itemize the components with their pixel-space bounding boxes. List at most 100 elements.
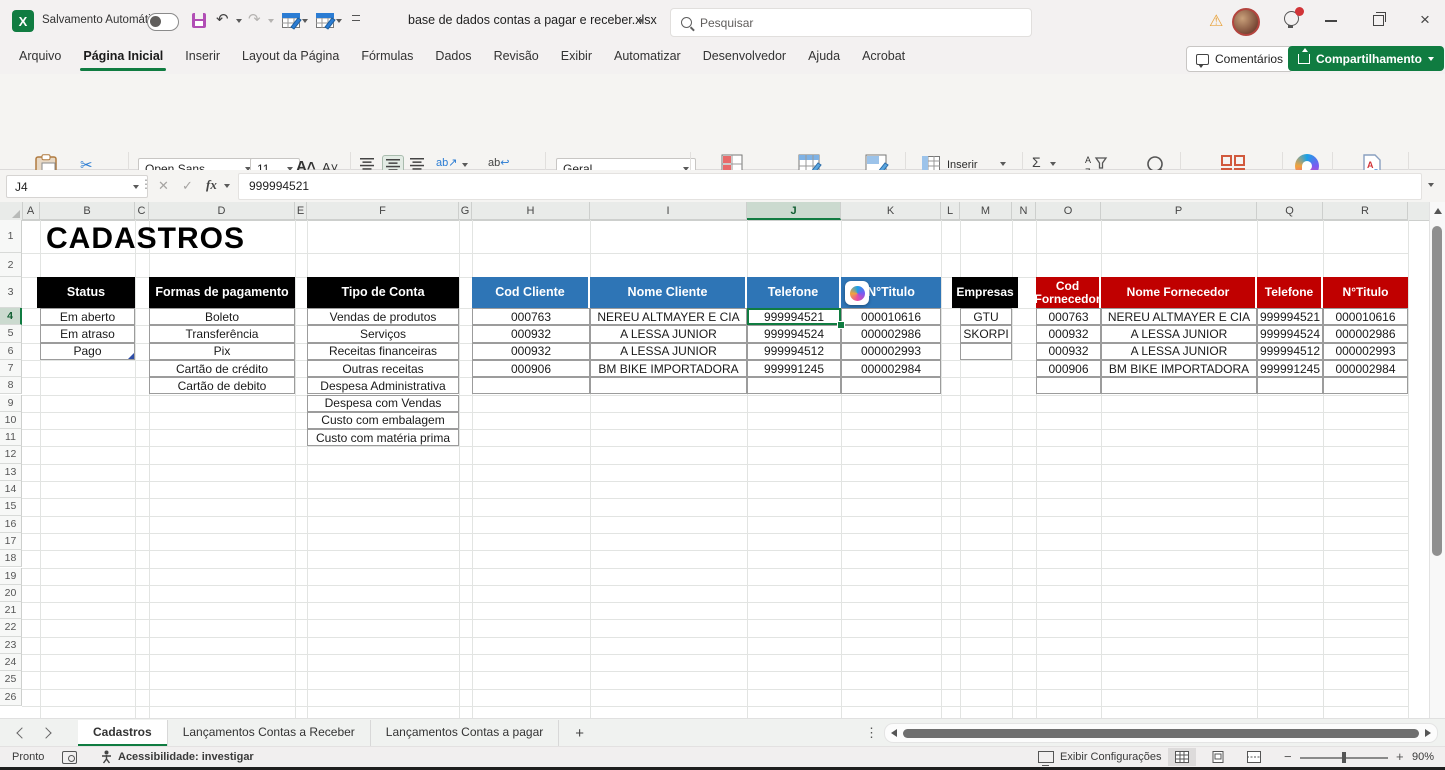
warning-icon[interactable]: ⚠: [1209, 11, 1223, 31]
qat-table-button-2-icon[interactable]: [316, 13, 336, 30]
status-cell[interactable]: Pago: [40, 343, 135, 360]
column-header-J[interactable]: J: [747, 202, 841, 220]
column-header-K[interactable]: K: [841, 202, 941, 220]
client-cell[interactable]: [472, 377, 590, 394]
worksheet-grid[interactable]: ABCDEFGHIJKLMNOPQR1234567891011121314151…: [0, 202, 1445, 718]
client-cell[interactable]: 000906: [472, 360, 590, 377]
supplier-cell[interactable]: 000002993: [1323, 343, 1408, 360]
client-cell[interactable]: 000932: [472, 325, 590, 342]
orientation-icon[interactable]: ab↗: [436, 156, 457, 169]
table-header-cell[interactable]: N°Titulo: [1323, 277, 1408, 308]
select-all-corner[interactable]: [0, 202, 23, 220]
fill-handle[interactable]: [837, 321, 845, 329]
ribbon-tab-arquivo[interactable]: Arquivo: [8, 45, 72, 71]
fx-chevron-icon[interactable]: [224, 184, 230, 188]
undo-icon[interactable]: ↶: [216, 10, 229, 28]
table-header-cell[interactable]: Tipo de Conta: [307, 277, 459, 308]
wrap-text-icon[interactable]: ab↩: [488, 156, 509, 169]
ribbon-tab-fórmulas[interactable]: Fórmulas: [350, 45, 424, 71]
table-header-cell[interactable]: Telefone: [747, 277, 841, 308]
orientation-chevron-icon[interactable]: [462, 163, 468, 167]
table-header-cell[interactable]: Empresas: [952, 277, 1018, 308]
qat-overflow-icon[interactable]: [352, 15, 360, 21]
supplier-cell[interactable]: [1101, 377, 1257, 394]
new-sheet-button[interactable]: +: [575, 725, 584, 742]
qat-table-button-1-icon[interactable]: [282, 13, 302, 30]
row-header-22[interactable]: 22: [0, 619, 22, 636]
client-cell[interactable]: 000932: [472, 343, 590, 360]
client-cell[interactable]: BM BIKE IMPORTADORA: [590, 360, 747, 377]
display-settings-label[interactable]: Exibir Configurações: [1060, 751, 1162, 763]
supplier-cell[interactable]: 000763: [1036, 308, 1101, 325]
redo-icon[interactable]: ↷: [248, 10, 261, 28]
ribbon-tab-acrobat[interactable]: Acrobat: [851, 45, 916, 71]
undo-menu-chevron-icon[interactable]: [236, 19, 242, 23]
horizontal-scroll-thumb[interactable]: [903, 729, 1419, 738]
align-top-icon[interactable]: [360, 158, 374, 170]
filename-chevron-icon[interactable]: [638, 19, 644, 23]
client-cell[interactable]: A LESSA JUNIOR: [590, 343, 747, 360]
account-type-cell[interactable]: Vendas de produtos: [307, 308, 459, 325]
insert-function-icon[interactable]: fx: [206, 177, 217, 193]
row-header-19[interactable]: 19: [0, 568, 22, 585]
cancel-entry-icon[interactable]: ✕: [158, 178, 169, 194]
zoom-level[interactable]: 90%: [1412, 751, 1434, 763]
supplier-cell[interactable]: 999994512: [1257, 343, 1323, 360]
autosum-chevron-icon[interactable]: [1050, 162, 1056, 166]
client-cell[interactable]: 999994524: [747, 325, 841, 342]
row-header-24[interactable]: 24: [0, 654, 22, 671]
row-header-21[interactable]: 21: [0, 602, 22, 619]
table-header-cell[interactable]: Nome Fornecedor: [1101, 277, 1257, 308]
supplier-cell[interactable]: 000002986: [1323, 325, 1408, 342]
view-page-break-icon[interactable]: [1247, 751, 1261, 763]
client-cell[interactable]: 000002993: [841, 343, 941, 360]
scroll-left-icon[interactable]: [891, 729, 897, 737]
accessibility-status[interactable]: Acessibilidade: investigar: [118, 751, 254, 763]
horizontal-scrollbar[interactable]: [884, 723, 1438, 743]
prev-sheet-icon[interactable]: [16, 727, 27, 738]
account-type-cell[interactable]: Custo com embalagem: [307, 412, 459, 429]
account-avatar[interactable]: [1232, 8, 1260, 36]
row-header-15[interactable]: 15: [0, 498, 22, 515]
column-header-L[interactable]: L: [941, 202, 960, 220]
payment-cell[interactable]: Pix: [149, 343, 295, 360]
row-header-1[interactable]: 1: [0, 220, 22, 253]
ribbon-tab-automatizar[interactable]: Automatizar: [603, 45, 692, 71]
row-header-6[interactable]: 6: [0, 343, 22, 360]
client-cell[interactable]: 000763: [472, 308, 590, 325]
supplier-cell[interactable]: A LESSA JUNIOR: [1101, 325, 1257, 342]
column-header-A[interactable]: A: [22, 202, 40, 220]
column-header-P[interactable]: P: [1101, 202, 1257, 220]
client-cell[interactable]: 999994512: [747, 343, 841, 360]
client-cell[interactable]: 000010616: [841, 308, 941, 325]
restore-button[interactable]: [1373, 15, 1384, 26]
ribbon-tab-revisão[interactable]: Revisão: [483, 45, 550, 71]
column-header-O[interactable]: O: [1036, 202, 1101, 220]
payment-cell[interactable]: Boleto: [149, 308, 295, 325]
row-header-13[interactable]: 13: [0, 464, 22, 481]
supplier-cell[interactable]: [1257, 377, 1323, 394]
save-icon[interactable]: [192, 13, 206, 28]
view-page-layout-icon[interactable]: [1211, 751, 1225, 763]
row-header-10[interactable]: 10: [0, 412, 22, 429]
row-header-25[interactable]: 25: [0, 671, 22, 688]
ribbon-tab-ajuda[interactable]: Ajuda: [797, 45, 851, 71]
payment-cell[interactable]: Cartão de crédito: [149, 360, 295, 377]
client-cell[interactable]: 999991245: [747, 360, 841, 377]
row-header-16[interactable]: 16: [0, 516, 22, 533]
scroll-up-icon[interactable]: [1434, 208, 1442, 214]
align-bottom-icon[interactable]: [410, 158, 424, 170]
row-header-18[interactable]: 18: [0, 550, 22, 567]
row-header-12[interactable]: 12: [0, 446, 22, 463]
company-cell[interactable]: GTU: [960, 308, 1012, 325]
insert-chevron-icon[interactable]: [1000, 162, 1006, 166]
document-title[interactable]: base de dados contas a pagar e receber.x…: [408, 13, 657, 27]
scroll-right-icon[interactable]: [1425, 729, 1431, 737]
column-header-R[interactable]: R: [1323, 202, 1408, 220]
qat-table-1-chevron-icon[interactable]: [302, 19, 308, 23]
column-header-M[interactable]: M: [960, 202, 1012, 220]
row-header-26[interactable]: 26: [0, 689, 22, 706]
row-header-20[interactable]: 20: [0, 585, 22, 602]
supplier-cell[interactable]: 000906: [1036, 360, 1101, 377]
column-header-H[interactable]: H: [472, 202, 590, 220]
